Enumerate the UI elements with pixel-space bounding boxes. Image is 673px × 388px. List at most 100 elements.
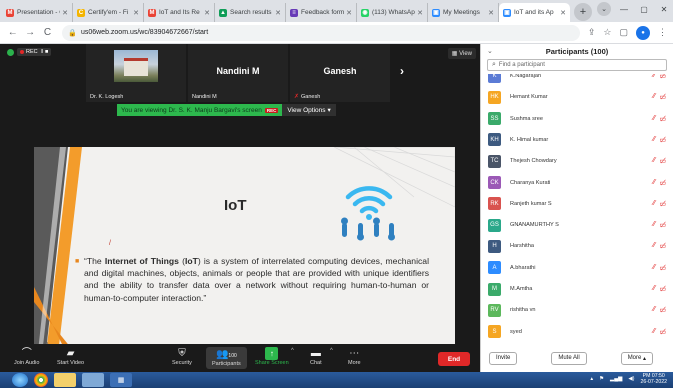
sidepanel-icon[interactable]: ▢ — [619, 27, 628, 38]
video-off-icon: ▭̸ — [659, 222, 666, 230]
chat-label: Chat — [310, 360, 322, 366]
view-label: View — [459, 51, 472, 57]
participant-row[interactable]: KH K. Himal kumar ⁄⁄ ▭̸ — [481, 129, 673, 151]
more-options-button[interactable]: More ▴ — [620, 351, 654, 365]
invite-button[interactable]: Invite — [489, 351, 518, 365]
browser-tab[interactable]: M IoT and Its Re ✕ — [144, 3, 215, 22]
browser-tab[interactable]: M Presentation - G ✕ — [2, 3, 73, 22]
participant-search-input[interactable]: ⌕ Find a participant — [487, 59, 667, 71]
avatar: H — [488, 239, 501, 253]
thumbnail-nandini[interactable]: Nandini M Nandini M — [188, 44, 288, 102]
close-window-icon[interactable]: ✕ — [657, 5, 671, 14]
tab-close-icon[interactable]: ✕ — [62, 9, 68, 17]
tab-close-icon[interactable]: ✕ — [488, 9, 494, 17]
file-explorer-icon[interactable] — [54, 373, 76, 387]
rec-pill[interactable]: REC ‖ ■ — [17, 48, 52, 56]
tab-search-chevron-icon[interactable]: ⌄ — [597, 2, 611, 16]
viewing-notice: You are viewing Dr. S. K. Manju Bargavi'… — [117, 104, 283, 116]
profile-avatar-icon[interactable]: ● — [636, 25, 650, 40]
video-off-icon: ▭̸ — [659, 307, 666, 315]
browser-tab[interactable]: C Certify'em - Fi ✕ — [73, 3, 144, 22]
join-audio-button[interactable]: ⌒ Join Audio — [14, 347, 39, 366]
view-options-label: View Options — [287, 106, 326, 114]
participant-row[interactable]: CK Charanya Kurati ⁄⁄ ▭̸ — [481, 172, 673, 194]
participant-row[interactable]: RV rishitha vn ⁄⁄ ▭̸ — [481, 299, 673, 321]
chat-button[interactable]: ▬ Chat — [310, 347, 322, 366]
start-video-button[interactable]: ▰ Start Video — [57, 347, 84, 366]
share-options-chevron-icon[interactable]: ^ — [291, 348, 294, 354]
participant-row[interactable]: Ssyed ⁄⁄ ▭̸ — [481, 321, 673, 342]
participant-row[interactable]: K K.Nagarajan ⁄⁄ ▭̸ — [481, 74, 673, 87]
participant-row[interactable]: M M.Amtha ⁄⁄ ▭̸ — [481, 278, 673, 300]
participant-row[interactable]: HK Hemant Kumar ⁄⁄ ▭̸ — [481, 86, 673, 108]
minimize-icon[interactable]: — — [617, 5, 631, 14]
volume-icon[interactable]: ◀) — [628, 376, 634, 382]
collapse-chevron-icon[interactable]: ⌄ — [487, 47, 493, 55]
tab-close-icon[interactable]: ✕ — [133, 9, 139, 17]
participant-row[interactable]: TC Thejesh Chowdary ⁄⁄ ▭̸ — [481, 150, 673, 172]
thumbnail-ganesh[interactable]: Ganesh ✗ Ganesh — [290, 44, 390, 102]
video-off-icon: ▭̸ — [659, 286, 666, 293]
share-screen-label: Share Screen — [255, 360, 289, 366]
security-button[interactable]: ⛨ Security — [172, 347, 192, 366]
participants-button[interactable]: 👥100 Participants — [206, 347, 247, 369]
more-button[interactable]: ⋯ More — [348, 347, 361, 366]
thumbnail-name: Nandini M — [192, 94, 217, 100]
paint-icon[interactable] — [82, 373, 104, 387]
tab-close-icon[interactable]: ✕ — [417, 9, 423, 17]
signal-icon[interactable]: ▂▄▆ — [610, 376, 622, 382]
muted-mic-icon: ⁄⁄ — [653, 306, 656, 314]
bookmark-star-icon[interactable]: ☆ — [603, 27, 611, 38]
network-flag-icon[interactable]: ⚑ — [599, 376, 604, 382]
browser-tab[interactable]: ▣ My Meetings ✕ — [428, 3, 499, 22]
clock[interactable]: PM 07:50 26-07-2022 — [640, 373, 667, 385]
mute-all-button[interactable]: Mute All — [551, 351, 587, 365]
muted-mic-icon: ⁄⁄ — [653, 221, 656, 229]
tab-close-icon[interactable]: ✕ — [204, 9, 210, 17]
participant-row[interactable]: GS GNANAMURTHY S ⁄⁄ ▭̸ — [481, 214, 673, 236]
participant-status-icons: ⁄⁄ ▭̸ — [653, 328, 666, 336]
browser-tab[interactable]: ◉ (113) WhatsApp ✕ — [357, 3, 428, 22]
tab-close-icon[interactable]: ✕ — [346, 9, 352, 17]
office-icon[interactable]: ▦ — [110, 373, 132, 387]
participant-name: rishitha vn — [510, 307, 536, 314]
participants-count: 100 — [228, 353, 237, 359]
participant-name: Thejesh Chowdary — [510, 158, 557, 165]
participant-row[interactable]: RK Ranjeth kumar S ⁄⁄ ▭̸ — [481, 193, 673, 215]
reload-icon[interactable]: C — [41, 27, 54, 38]
browser-tab[interactable]: ≡ Feedback form ✕ — [286, 3, 357, 22]
thumbnail-logesh[interactable]: Dr. K. Logesh — [86, 44, 186, 102]
view-options-button[interactable]: View Options ▾ — [282, 104, 336, 116]
new-tab-button[interactable]: + — [574, 3, 592, 21]
search-icon: ⌕ — [492, 61, 496, 68]
tab-close-icon[interactable]: ✕ — [275, 9, 281, 17]
url-field[interactable]: 🔒 us06web.zoom.us/wc/83904672667/start — [62, 24, 580, 41]
back-icon[interactable]: ← — [6, 27, 19, 38]
participant-row[interactable]: H Harshitha ⁄⁄ ▭̸ — [481, 235, 673, 257]
tray-arrow-icon[interactable]: ▴ — [590, 376, 593, 382]
muted-mic-icon: ⁄⁄ — [653, 74, 656, 79]
participant-row[interactable]: A A.bharathi ⁄⁄ ▭̸ — [481, 257, 673, 279]
end-meeting-button[interactable]: End — [438, 352, 470, 366]
browser-tab[interactable]: ▣ IoT and its Ap ✕ — [499, 3, 570, 22]
share-icon[interactable]: ⇪ — [588, 27, 596, 38]
thumbnail-big-name: Nandini M — [216, 66, 260, 76]
browser-tab[interactable]: ▲ Search results ✕ — [215, 3, 286, 22]
tab-close-icon[interactable]: ✕ — [560, 9, 566, 17]
annotation-mark: / — [109, 240, 111, 247]
rec-badge: REC — [264, 107, 279, 113]
view-button[interactable]: ▦ View — [447, 48, 476, 59]
system-tray: ▴ ⚑ ▂▄▆ ◀) PM 07:50 26-07-2022 — [590, 373, 667, 385]
start-button-icon[interactable] — [12, 373, 28, 387]
chrome-icon[interactable] — [34, 373, 48, 387]
next-thumbnails-chevron-icon[interactable]: › — [400, 64, 404, 78]
share-screen-button[interactable]: ↑ Share Screen — [255, 347, 289, 366]
participant-list: K K.Nagarajan ⁄⁄ ▭̸ HK Hemant Kumar ⁄⁄ ▭̸ SS Sush… — [481, 74, 673, 342]
participant-name: Harshitha — [510, 243, 534, 250]
forward-icon[interactable]: → — [23, 27, 36, 38]
menu-kebab-icon[interactable]: ⋮ — [658, 27, 667, 38]
participant-name: GNANAMURTHY S — [510, 222, 559, 229]
chat-options-chevron-icon[interactable]: ^ — [330, 348, 333, 354]
participant-row[interactable]: SS Sushma sree ⁄⁄ ▭̸ — [481, 108, 673, 130]
maximize-icon[interactable]: ▢ — [637, 5, 651, 14]
